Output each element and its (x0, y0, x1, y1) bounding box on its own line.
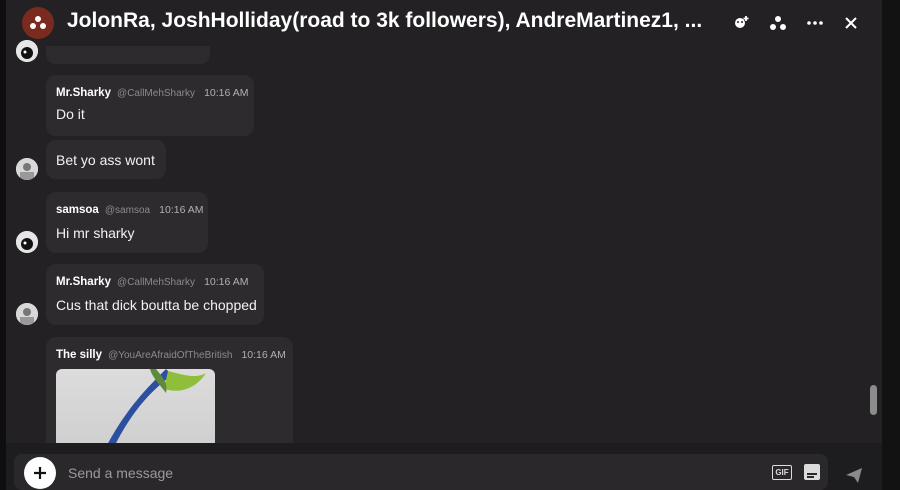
message-meta: The silly @YouAreAfraidOfTheBritish 10:1… (56, 349, 286, 361)
gif-button[interactable]: GIF (772, 465, 792, 480)
author-handle[interactable]: @samsoa (105, 205, 150, 216)
message-composer: GIF (14, 454, 828, 490)
message-bubble: Mr.Sharky @CallMehSharky 10:16 AM Cus th… (46, 264, 264, 325)
scrollbar-thumb[interactable] (870, 385, 877, 415)
author-name[interactable]: samsoa (56, 204, 99, 216)
right-gutter (882, 0, 900, 490)
group-icon[interactable] (22, 7, 54, 39)
message-meta: samsoa @samsoa 10:16 AM (56, 204, 204, 216)
add-person-icon[interactable] (729, 10, 755, 36)
message-bubble: Bet yo ass wont (46, 140, 166, 179)
author-name[interactable]: The silly (56, 349, 102, 361)
timestamp: 10:16 AM (204, 276, 249, 288)
add-attachment-button[interactable] (24, 457, 56, 489)
message-text: Bet yo ass wont (56, 152, 155, 168)
message-bubble: The silly @YouAreAfraidOfTheBritish 10:1… (46, 337, 293, 457)
sticker-icon[interactable] (803, 463, 821, 481)
more-icon[interactable] (802, 10, 828, 36)
author-handle[interactable]: @CallMehSharky (117, 277, 195, 288)
message-meta: Mr.Sharky @CallMehSharky 10:16 AM (56, 276, 248, 288)
author-handle[interactable]: @YouAreAfraidOfTheBritish (108, 350, 232, 361)
message-text: Do it (56, 106, 85, 122)
message-text: Cus that dick boutta be chopped (56, 297, 257, 313)
image-attachment[interactable] (56, 369, 215, 449)
author-handle[interactable]: @CallMehSharky (117, 88, 195, 99)
chat-title: JolonRa, JoshHolliday(road to 3k followe… (67, 9, 703, 32)
message-bubble: samsoa @samsoa 10:16 AM Hi mr sharky (46, 192, 208, 253)
close-icon[interactable] (838, 10, 864, 36)
chat-panel: JolonRa, JoshHolliday(road to 3k followe… (6, 0, 882, 490)
send-icon[interactable] (844, 465, 864, 485)
message-meta: Mr.Sharky @CallMehSharky 10:16 AM (56, 87, 248, 99)
timestamp: 10:16 AM (241, 349, 286, 361)
members-icon[interactable] (765, 10, 791, 36)
message-input[interactable] (66, 460, 710, 486)
timestamp: 10:16 AM (159, 204, 204, 216)
message-bubble: Mr.Sharky @CallMehSharky 10:16 AM Do it (46, 75, 254, 136)
avatar[interactable] (16, 158, 38, 180)
author-name[interactable]: Mr.Sharky (56, 276, 111, 288)
author-name[interactable]: Mr.Sharky (56, 87, 111, 99)
message-text: Hi mr sharky (56, 225, 135, 241)
avatar[interactable] (16, 40, 38, 62)
avatar[interactable] (16, 303, 38, 325)
message-bubble-cutoff (46, 46, 210, 64)
avatar[interactable] (16, 231, 38, 253)
chat-header: JolonRa, JoshHolliday(road to 3k followe… (6, 0, 882, 46)
timestamp: 10:16 AM (204, 87, 249, 99)
